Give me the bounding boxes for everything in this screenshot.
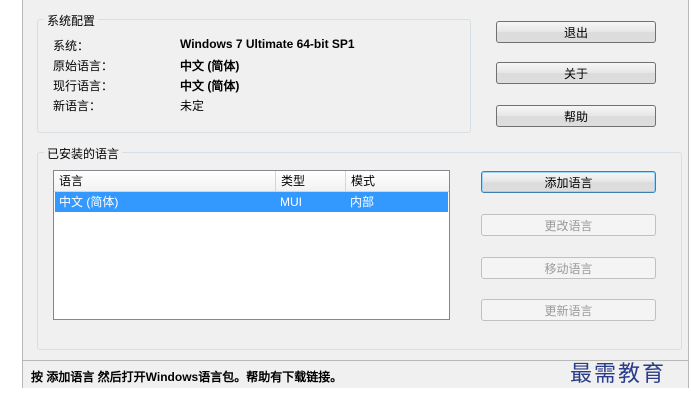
column-header-type[interactable]: 类型	[276, 171, 346, 191]
system-value: Windows 7 Ultimate 64-bit SP1	[180, 37, 355, 51]
list-item[interactable]: 中文 (简体) MUI 内部	[55, 192, 448, 212]
add-language-button[interactable]: 添加语言	[481, 171, 656, 193]
exit-button[interactable]: 退出	[496, 21, 656, 43]
original-language-row: 原始语言： 中文 (简体)	[53, 57, 239, 74]
about-button[interactable]: 关于	[496, 62, 656, 84]
status-text: 按 添加语言 然后打开Windows语言包。帮助有下载链接。	[31, 370, 343, 384]
change-language-button[interactable]: 更改语言	[481, 214, 656, 236]
help-button[interactable]: 帮助	[496, 105, 656, 127]
move-language-button[interactable]: 移动语言	[481, 257, 656, 279]
original-language-label: 原始语言：	[53, 59, 114, 73]
column-header-mode[interactable]: 模式	[346, 171, 450, 191]
system-label: 系统：	[53, 39, 90, 53]
system-row: 系统： Windows 7 Ultimate 64-bit SP1	[53, 37, 355, 54]
list-item-type: MUI	[280, 195, 302, 209]
current-language-row: 现行语言： 中文 (简体)	[53, 77, 239, 94]
list-header: 语言 类型 模式	[54, 171, 449, 192]
language-manager-window: 系统配置 系统： Windows 7 Ultimate 64-bit SP1 原…	[22, 0, 689, 388]
new-language-row: 新语言： 未定	[53, 97, 204, 114]
current-language-value: 中文 (简体)	[180, 79, 240, 93]
original-language-value: 中文 (简体)	[180, 59, 240, 73]
list-item-mode: 内部	[350, 195, 375, 209]
update-language-button[interactable]: 更新语言	[481, 299, 656, 321]
installed-languages-list[interactable]: 语言 类型 模式 中文 (简体) MUI 内部	[53, 170, 450, 320]
installed-languages-title: 已安装的语言	[44, 145, 123, 162]
new-language-label: 新语言：	[53, 99, 102, 113]
list-item-language: 中文 (简体)	[59, 195, 119, 209]
column-header-language[interactable]: 语言	[54, 171, 276, 191]
watermark-logo: 最需教育	[570, 362, 667, 387]
system-config-title: 系统配置	[44, 12, 99, 29]
current-language-label: 现行语言：	[53, 79, 114, 93]
new-language-value: 未定	[180, 99, 205, 113]
